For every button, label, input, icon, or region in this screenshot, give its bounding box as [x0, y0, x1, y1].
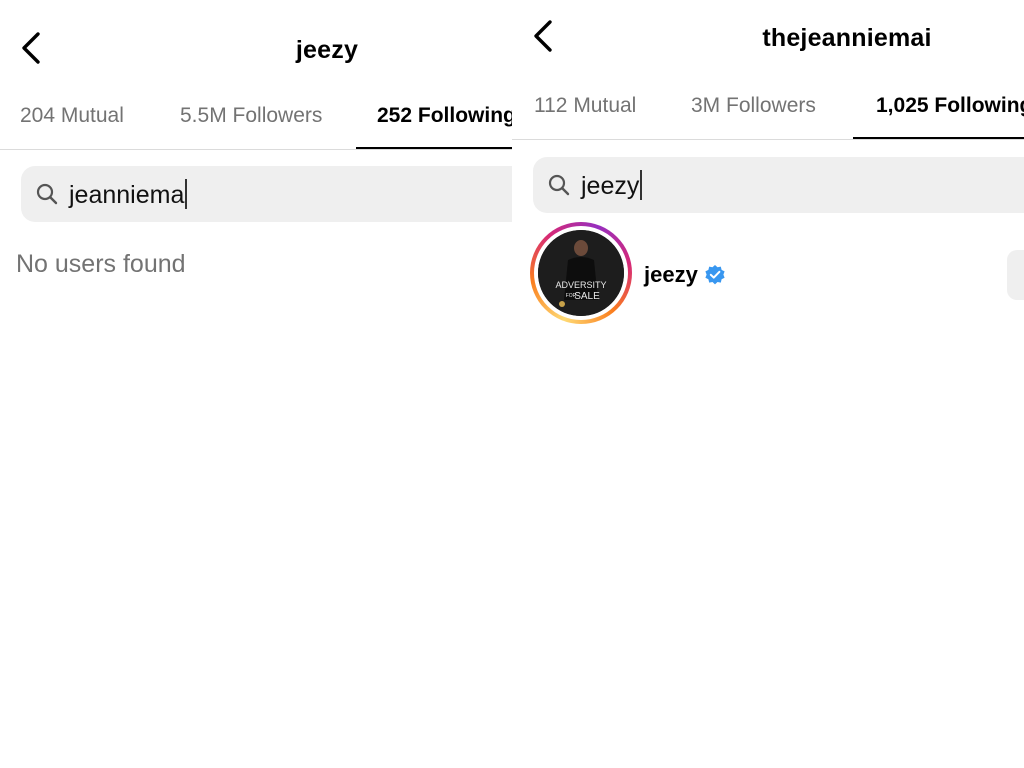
user-list-item[interactable]: ADVERSITY FOR SALE jeezy — [530, 222, 1024, 328]
following-button[interactable] — [1007, 250, 1024, 300]
search-input[interactable]: jeanniema — [69, 179, 188, 210]
verified-badge-icon — [705, 265, 725, 285]
tab-followers[interactable]: 3M Followers — [691, 94, 816, 118]
tab-following[interactable]: 1,025 Following — [876, 94, 1024, 118]
screenshot-stage: jeezy 204 Mutual 5.5M Followers 252 Foll… — [0, 0, 1024, 768]
search-input[interactable]: jeezy — [581, 170, 643, 201]
right-following-screen: thejeanniemai 112 Mutual 3M Followers 1,… — [512, 0, 1024, 768]
text-cursor — [185, 179, 188, 209]
search-icon — [548, 174, 570, 196]
avatar[interactable]: ADVERSITY FOR SALE — [538, 230, 624, 316]
no-users-message: No users found — [16, 250, 186, 278]
avatar-text-line-1: ADVERSITY — [555, 280, 606, 290]
search-field[interactable]: jeanniema — [21, 166, 512, 222]
search-input-text: jeanniema — [69, 181, 185, 209]
tab-following[interactable]: 252 Following — [377, 104, 512, 128]
search-input-text: jeezy — [581, 172, 640, 200]
page-title-label: jeezy — [295, 36, 359, 64]
tab-followers[interactable]: 5.5M Followers — [180, 104, 322, 128]
tab-divider — [0, 149, 512, 150]
page-title-label: thejeanniemai — [762, 24, 932, 52]
search-field[interactable]: jeezy — [533, 157, 1024, 213]
tab-divider — [512, 139, 1024, 140]
tab-mutual[interactable]: 204 Mutual — [20, 104, 124, 128]
search-icon — [36, 183, 58, 205]
avatar-image: ADVERSITY FOR SALE — [538, 230, 624, 316]
avatar-text-line-3: SALE — [574, 291, 600, 302]
username[interactable]: jeezy — [644, 262, 698, 288]
text-cursor — [640, 170, 643, 200]
tab-mutual[interactable]: 112 Mutual — [534, 94, 636, 118]
left-following-screen: jeezy 204 Mutual 5.5M Followers 252 Foll… — [0, 0, 512, 768]
